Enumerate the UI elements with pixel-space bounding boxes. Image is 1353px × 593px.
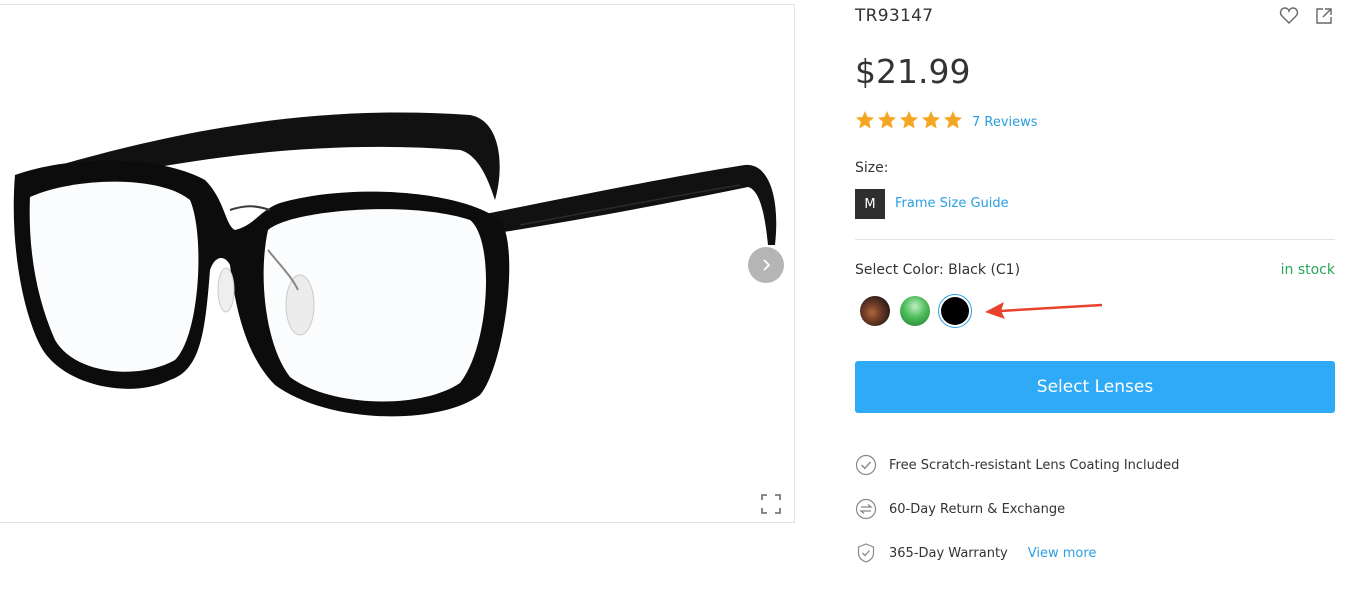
product-image-glasses	[13, 112, 777, 417]
product-code: TR93147	[855, 6, 934, 26]
star-icon	[856, 111, 874, 129]
shield-icon	[857, 543, 875, 563]
color-swatch-black[interactable]	[938, 294, 972, 328]
color-swatch-tortoise[interactable]	[860, 296, 890, 326]
frame-size-guide-link[interactable]: Frame Size Guide	[895, 196, 1009, 211]
select-color-label: Select Color: Black (C1)	[855, 262, 1021, 278]
annotation-arrow-icon	[985, 302, 1103, 319]
fullscreen-icon[interactable]	[760, 493, 782, 515]
feature-item: 365-Day Warranty View more	[855, 541, 1096, 565]
chevron-right-icon	[763, 259, 771, 271]
check-circle-icon	[855, 454, 877, 476]
share-icon[interactable]	[1315, 7, 1333, 25]
feature-item: 60-Day Return & Exchange	[855, 497, 1065, 521]
star-icon	[900, 111, 918, 129]
product-details: TR93147 $21.99 7 Reviews Size: M Frame S…	[855, 0, 1335, 593]
product-price: $21.99	[855, 52, 971, 91]
feature-text: Free Scratch-resistant Lens Coating Incl…	[889, 457, 1180, 473]
color-swatch-green[interactable]	[900, 296, 930, 326]
next-image-button[interactable]	[748, 247, 784, 283]
heart-icon[interactable]	[1279, 6, 1299, 26]
feature-text: 60-Day Return & Exchange	[889, 501, 1066, 517]
view-more-link[interactable]: View more	[1028, 546, 1097, 561]
product-image-panel	[0, 4, 795, 523]
divider	[855, 239, 1335, 240]
star-icon	[944, 111, 962, 129]
size-option-m[interactable]: M	[855, 189, 885, 219]
size-label: Size:	[855, 160, 889, 176]
rating-stars	[855, 110, 963, 130]
feature-text: 365-Day Warranty	[889, 545, 1008, 561]
exchange-icon	[855, 498, 877, 520]
reviews-link[interactable]: 7 Reviews	[972, 115, 1038, 130]
stock-status: in stock	[1280, 262, 1335, 278]
star-icon	[922, 111, 940, 129]
star-icon	[878, 111, 896, 129]
select-lenses-button[interactable]: Select Lenses	[855, 361, 1335, 413]
feature-item: Free Scratch-resistant Lens Coating Incl…	[855, 453, 1179, 477]
